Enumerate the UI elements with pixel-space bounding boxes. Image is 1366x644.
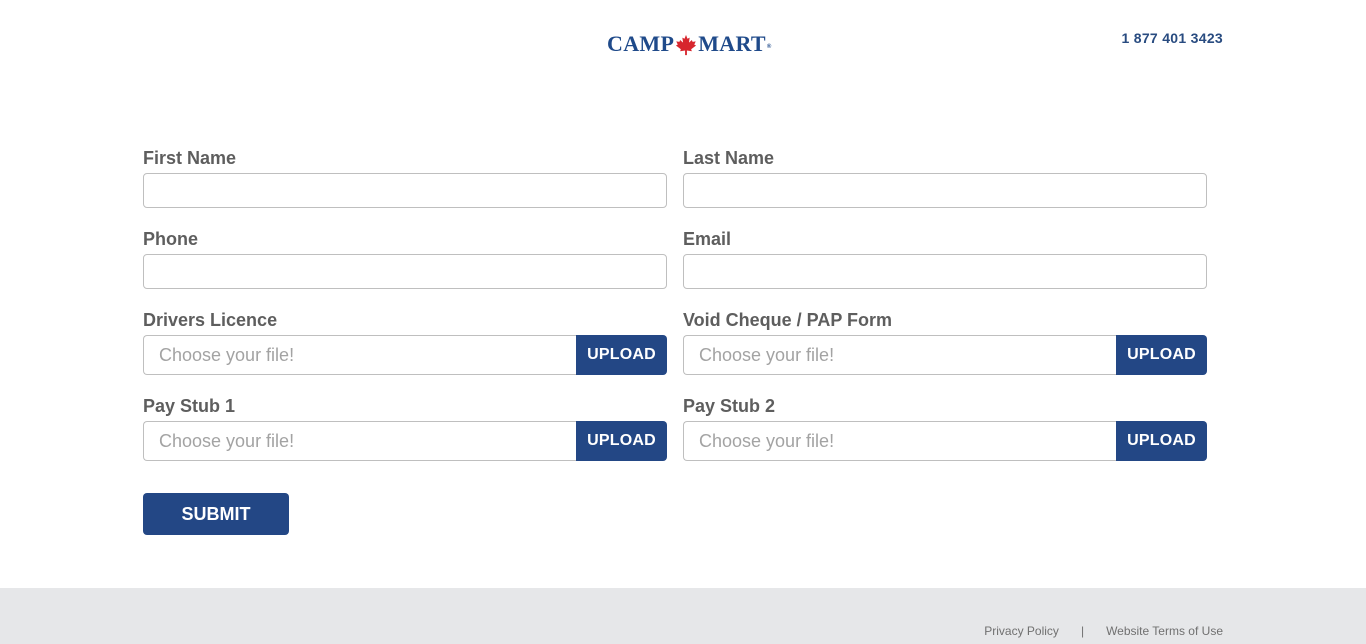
phone-input[interactable] xyxy=(143,254,667,289)
site-header: CAMP MART ® 1 877 401 3423 xyxy=(0,0,1366,90)
first-name-field: First Name xyxy=(143,146,667,208)
drivers-licence-label: Drivers Licence xyxy=(143,310,278,330)
first-name-input[interactable] xyxy=(143,173,667,208)
pay-stub-2-label: Pay Stub 2 xyxy=(683,396,776,416)
submit-button[interactable]: SUBMIT xyxy=(143,493,289,535)
privacy-policy-link[interactable]: Privacy Policy xyxy=(984,624,1059,638)
registered-mark: ® xyxy=(766,44,772,50)
last-name-input[interactable] xyxy=(683,173,1207,208)
pay-stub-1-upload-button[interactable]: UPLOAD xyxy=(576,421,667,461)
email-field: Email xyxy=(683,227,1207,289)
void-cheque-label: Void Cheque / PAP Form xyxy=(683,310,893,330)
pay-stub-1-field: Pay Stub 1 UPLOAD xyxy=(143,394,667,461)
pay-stub-2-file-group: UPLOAD xyxy=(683,421,1207,461)
drivers-licence-field: Drivers Licence UPLOAD xyxy=(143,308,667,375)
logo-text-camp: CAMP xyxy=(607,31,675,56)
void-cheque-file-input[interactable] xyxy=(683,335,1116,375)
footer-separator: | xyxy=(1080,624,1085,638)
first-name-label: First Name xyxy=(143,148,237,168)
phone-field: Phone xyxy=(143,227,667,289)
pay-stub-2-upload-button[interactable]: UPLOAD xyxy=(1116,421,1207,461)
void-cheque-field: Void Cheque / PAP Form UPLOAD xyxy=(683,308,1207,375)
maple-leaf-icon xyxy=(676,34,697,56)
drivers-licence-file-group: UPLOAD xyxy=(143,335,667,375)
last-name-field: Last Name xyxy=(683,146,1207,208)
drivers-licence-upload-button[interactable]: UPLOAD xyxy=(576,335,667,375)
logo-text-mart: MART xyxy=(698,31,766,56)
pay-stub-1-label: Pay Stub 1 xyxy=(143,396,236,416)
footer-links: Privacy Policy | Website Terms of Use xyxy=(984,624,1223,638)
terms-of-use-link[interactable]: Website Terms of Use xyxy=(1106,624,1223,638)
pay-stub-1-file-input[interactable] xyxy=(143,421,576,461)
last-name-label: Last Name xyxy=(683,148,775,168)
email-input[interactable] xyxy=(683,254,1207,289)
drivers-licence-file-input[interactable] xyxy=(143,335,576,375)
phone-number-link[interactable]: 1 877 401 3423 xyxy=(1121,30,1223,46)
void-cheque-upload-button[interactable]: UPLOAD xyxy=(1116,335,1207,375)
campmart-logo[interactable]: CAMP MART ® xyxy=(607,29,772,57)
pay-stub-2-file-input[interactable] xyxy=(683,421,1116,461)
pay-stub-1-file-group: UPLOAD xyxy=(143,421,667,461)
site-footer: Privacy Policy | Website Terms of Use xyxy=(0,588,1366,644)
void-cheque-file-group: UPLOAD xyxy=(683,335,1207,375)
email-label: Email xyxy=(683,229,732,249)
pay-stub-2-field: Pay Stub 2 UPLOAD xyxy=(683,394,1207,461)
phone-label: Phone xyxy=(143,229,199,249)
